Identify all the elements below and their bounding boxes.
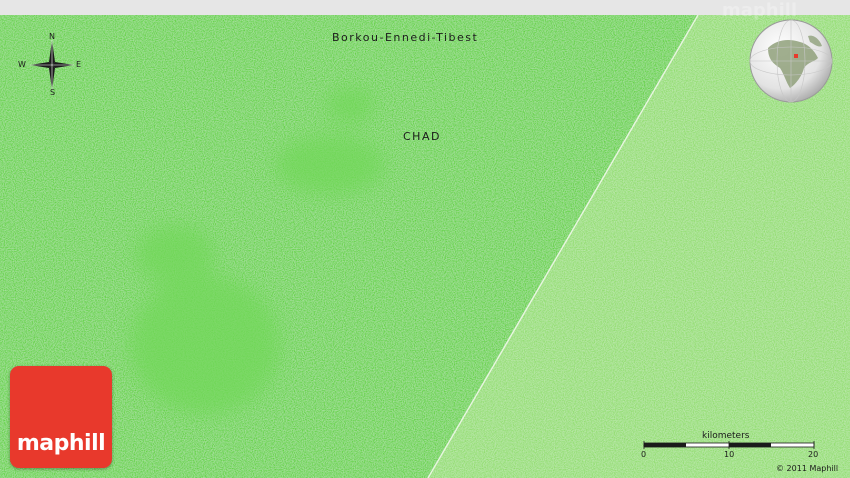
maphill-logo[interactable]: maphill (10, 366, 112, 468)
country-label: CHAD (403, 130, 441, 143)
compass-east: E (76, 60, 82, 69)
compass-rose: N S W E (14, 32, 90, 98)
scale-bar: kilometers 0 10 20 (640, 428, 825, 460)
logo-text: maphill (16, 431, 106, 456)
locator-globe[interactable] (748, 18, 834, 104)
location-marker-icon (794, 54, 798, 58)
terrain-map[interactable] (0, 15, 850, 478)
compass-north: N (49, 32, 55, 41)
region-label: Borkou-Ennedi-Tibest (332, 31, 479, 44)
compass-south: S (50, 88, 56, 97)
copyright-text: © 2011 Maphill (776, 464, 839, 473)
globe-icon (749, 19, 833, 103)
map-view[interactable]: Borkou-Ennedi-Tibest CHAD N S W E maphil… (0, 0, 850, 478)
compass-west: W (18, 60, 26, 69)
scale-tick-20: 20 (808, 450, 819, 459)
scale-tick-0: 0 (641, 450, 647, 459)
scale-tick-10: 10 (724, 450, 735, 459)
